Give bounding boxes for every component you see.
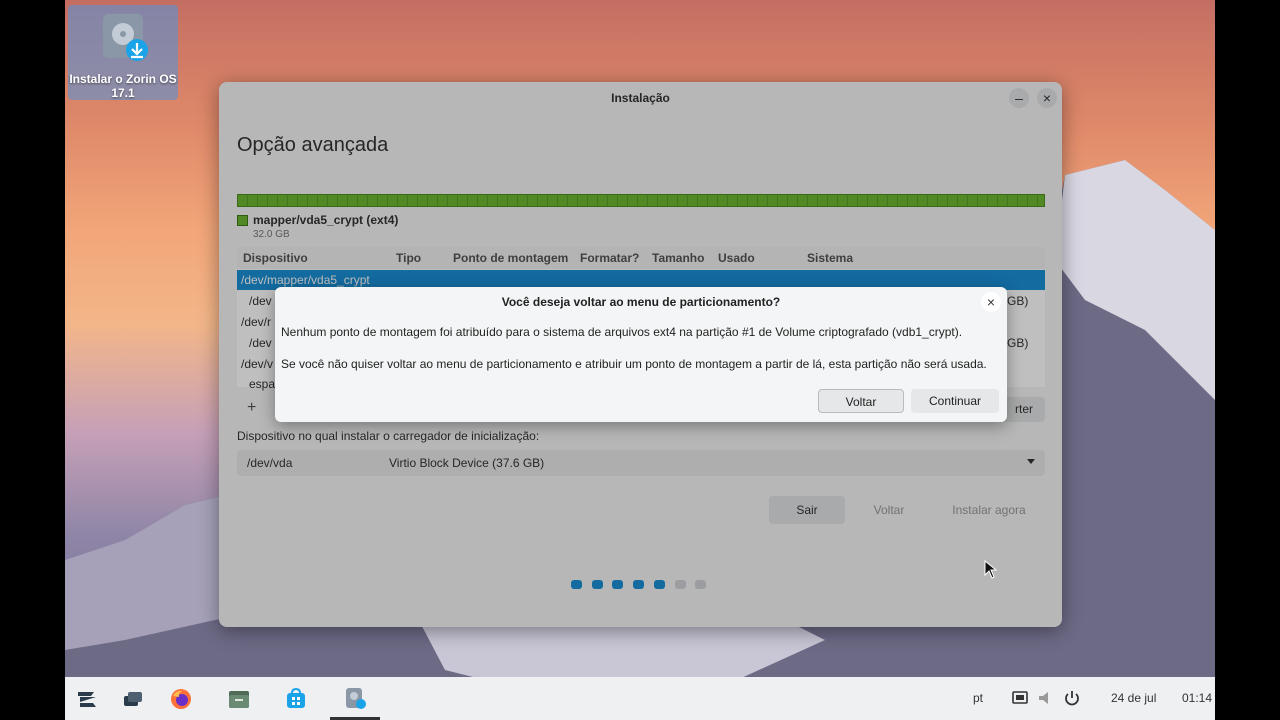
letterbox-left xyxy=(0,0,65,720)
files-icon[interactable] xyxy=(227,687,251,711)
installer-taskbar-icon[interactable] xyxy=(343,687,367,711)
dialog-detail: Se você não quiser voltar ao menu de par… xyxy=(281,357,987,371)
confirm-dialog: Você deseja voltar ao menu de particiona… xyxy=(275,287,1007,422)
dialog-close-button[interactable]: × xyxy=(981,292,1001,312)
install-zorin-desktop-icon[interactable]: Instalar o Zorin OS 17.1 xyxy=(68,5,178,100)
volume-icon[interactable] xyxy=(1037,689,1055,707)
workspaces-icon[interactable] xyxy=(121,687,145,711)
dialog-continue-button[interactable]: Continuar xyxy=(911,389,999,413)
firefox-icon[interactable] xyxy=(169,687,193,711)
desktop-icon-label: Instalar o Zorin OS 17.1 xyxy=(69,72,177,100)
software-store-icon[interactable] xyxy=(284,687,308,711)
zorin-menu-icon[interactable] xyxy=(75,687,99,711)
disk-install-icon xyxy=(103,14,148,61)
clock-time[interactable]: 01:14 xyxy=(1182,691,1212,705)
letterbox-right xyxy=(1215,0,1280,720)
clock-date[interactable]: 24 de jul xyxy=(1111,691,1156,705)
taskbar: pt 24 de jul 01:14 xyxy=(65,677,1215,720)
network-icon[interactable] xyxy=(1011,689,1029,707)
dialog-back-button[interactable]: Voltar xyxy=(818,389,904,413)
dialog-title: Você deseja voltar ao menu de particiona… xyxy=(501,295,781,309)
mouse-cursor-icon xyxy=(984,560,998,579)
keyboard-layout-indicator[interactable]: pt xyxy=(973,691,983,705)
dialog-message: Nenhum ponto de montagem foi atribuído p… xyxy=(281,325,963,339)
power-icon[interactable] xyxy=(1063,689,1081,707)
